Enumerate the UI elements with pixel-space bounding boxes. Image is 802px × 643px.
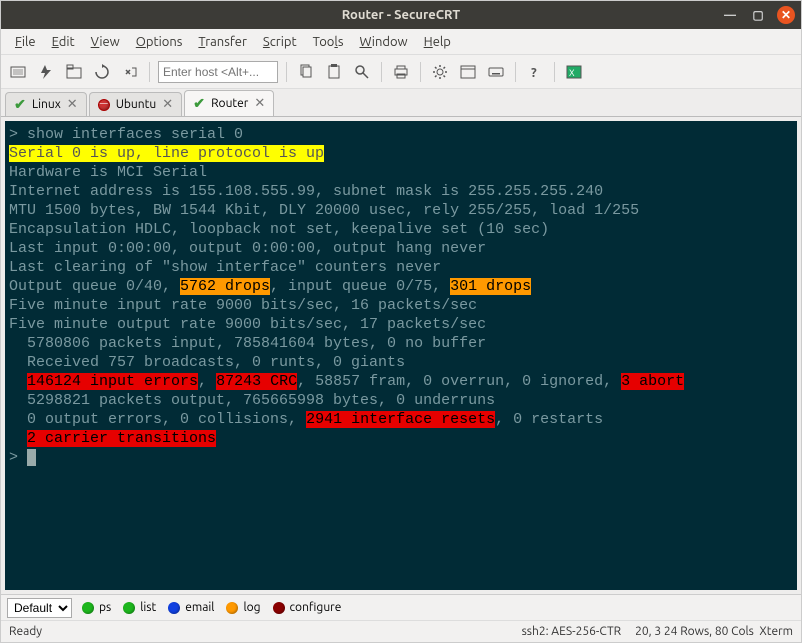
close-tab-icon[interactable]: ✕ [254,96,265,111]
button-list[interactable]: list [123,601,156,614]
tab-ubuntu[interactable]: Ubuntu ✕ [89,92,182,116]
window-title: Router - SecureCRT [342,8,460,22]
terminal-line: 5780806 packets input, 785841604 bytes, … [9,334,793,353]
connected-icon: ✔ [193,98,205,110]
terminal-line: Output queue 0/40, 5762 drops, input que… [9,277,793,296]
terminal[interactable]: > show interfaces serial 0Serial 0 is up… [5,121,797,590]
button-ps[interactable]: ps [82,601,111,614]
menu-help[interactable]: Help [416,33,459,51]
toolbar-separator [420,62,421,82]
host-input[interactable] [158,61,278,83]
led-icon [82,602,94,614]
button-label: list [140,601,156,614]
scheme-select[interactable]: Default [7,598,72,618]
tab-label: Ubuntu [116,98,157,111]
terminal-line: 146124 input errors, 87243 CRC, 58857 fr… [9,372,793,391]
tab-router[interactable]: ✔ Router ✕ [184,90,274,116]
button-log[interactable]: log [226,601,260,614]
tab-label: Linux [32,98,61,111]
close-tab-icon[interactable]: ✕ [162,97,173,112]
menu-script[interactable]: Script [255,33,305,51]
tab-linux[interactable]: ✔ Linux ✕ [5,92,87,116]
connect-tab-icon[interactable] [63,61,85,83]
button-label: email [185,601,214,614]
close-tab-icon[interactable]: ✕ [67,97,78,112]
terminal-container: > show interfaces serial 0Serial 0 is up… [1,117,801,594]
toolbar-separator [286,62,287,82]
titlebar: Router - SecureCRT — ▢ ✕ [1,1,801,29]
window-maximize-button[interactable]: ▢ [749,6,767,24]
status-dimensions: 24 Rows, 80 Cols [664,625,754,638]
terminal-line: 5298821 packets output, 765665998 bytes,… [9,391,793,410]
terminal-line: 2 carrier transitions [9,429,793,448]
status-protocol: ssh2: AES-256-CTR [522,625,622,638]
toolbar-separator [515,62,516,82]
button-label: configure [290,601,342,614]
terminal-line: Hardware is MCI Serial [9,163,793,182]
button-label: ps [99,601,111,614]
menu-tools[interactable]: Tools [305,33,352,51]
menu-options[interactable]: Options [128,33,191,51]
terminal-line: > [9,448,793,467]
terminal-line: Last input 0:00:00, output 0:00:00, outp… [9,239,793,258]
status-cursor-pos: 20, 3 [635,625,661,638]
toolbar-separator [381,62,382,82]
quick-connect-icon[interactable] [35,61,57,83]
reconnect-icon[interactable] [91,61,113,83]
terminal-line: Internet address is 155.108.555.99, subn… [9,182,793,201]
copy-icon[interactable] [295,61,317,83]
toolbar-separator [149,62,150,82]
xterm-icon[interactable]: X [563,61,585,83]
session-options-icon[interactable] [457,61,479,83]
window-close-button[interactable]: ✕ [777,6,795,24]
tab-label: Router [211,97,248,110]
terminal-line: Five minute input rate 9000 bits/sec, 16… [9,296,793,315]
keymap-icon[interactable] [485,61,507,83]
connected-icon: ✔ [14,99,26,111]
terminal-line: > show interfaces serial 0 [9,125,793,144]
button-label: log [243,601,260,614]
terminal-line: Serial 0 is up, line protocol is up [9,144,793,163]
settings-icon[interactable] [429,61,451,83]
button-email[interactable]: email [168,601,214,614]
menu-view[interactable]: View [83,33,128,51]
led-icon [273,602,285,614]
svg-text:X: X [569,68,575,78]
menu-window[interactable]: Window [351,33,415,51]
connect-icon[interactable] [7,61,29,83]
status-ready: Ready [9,625,42,638]
led-icon [123,602,135,614]
terminal-line: Five minute output rate 9000 bits/sec, 1… [9,315,793,334]
button-configure[interactable]: configure [273,601,342,614]
terminal-line: Received 757 broadcasts, 0 runts, 0 gian… [9,353,793,372]
toolbar: ? X [1,55,801,89]
terminal-line: MTU 1500 bytes, BW 1544 Kbit, DLY 20000 … [9,201,793,220]
menu-transfer[interactable]: Transfer [190,33,255,51]
disconnect-icon[interactable] [119,61,141,83]
status-bar: Ready ssh2: AES-256-CTR 20, 3 24 Rows, 8… [1,620,801,642]
led-icon [226,602,238,614]
terminal-line: 0 output errors, 0 collisions, 2941 inte… [9,410,793,429]
print-icon[interactable] [390,61,412,83]
menubar: File Edit View Options Transfer Script T… [1,29,801,55]
help-icon[interactable]: ? [524,61,546,83]
cursor [27,449,36,466]
button-bar: Default ps list email log configure [1,594,801,620]
led-icon [168,602,180,614]
terminal-line: Last clearing of "show interface" counte… [9,258,793,277]
status-emulation: Xterm [759,625,793,638]
terminal-line: Encapsulation HDLC, loopback not set, ke… [9,220,793,239]
svg-text:?: ? [531,66,537,80]
menu-file[interactable]: File [7,33,44,51]
toolbar-separator [554,62,555,82]
disconnected-icon [98,99,110,111]
window-minimize-button[interactable]: — [721,6,739,24]
paste-icon[interactable] [323,61,345,83]
tabbar: ✔ Linux ✕ Ubuntu ✕ ✔ Router ✕ [1,89,801,117]
find-icon[interactable] [351,61,373,83]
menu-edit[interactable]: Edit [44,33,83,51]
